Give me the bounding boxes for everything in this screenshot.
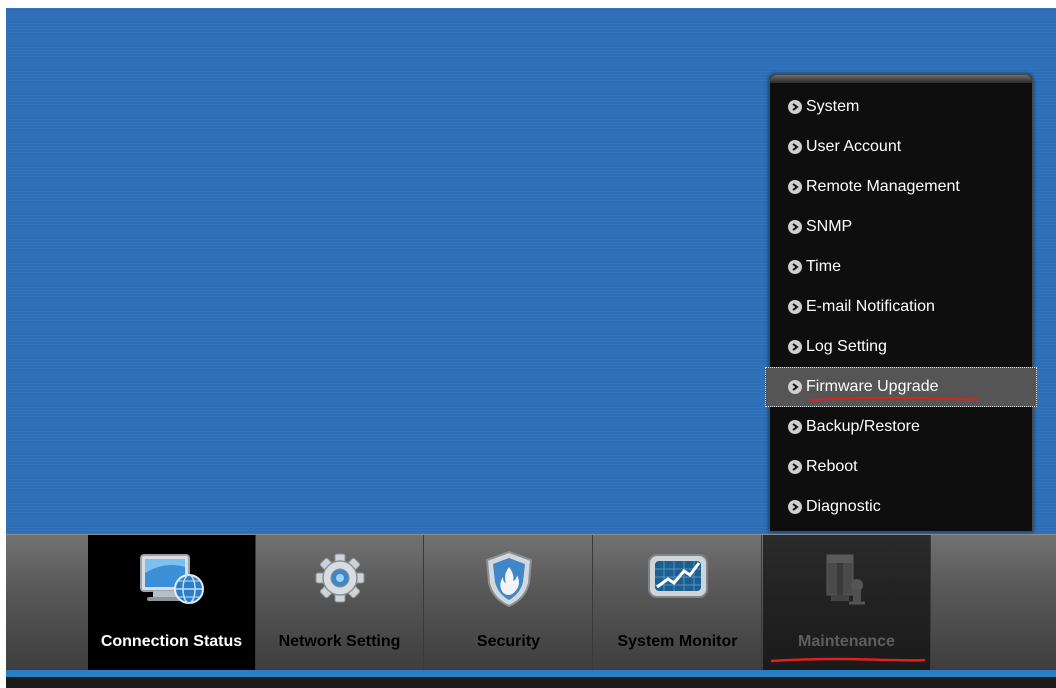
chevron-right-icon (788, 140, 802, 154)
menu-item-label: Log Setting (806, 338, 887, 355)
maintenance-dropdown-menu: System User Account Remote Management SN… (765, 74, 1037, 532)
menu-item-firmware-upgrade[interactable]: Firmware Upgrade (765, 367, 1037, 407)
chevron-right-icon (788, 260, 802, 274)
nav-system-monitor[interactable]: System Monitor (594, 535, 762, 671)
nav-label: System Monitor (617, 633, 738, 650)
nav-label: Maintenance (798, 633, 895, 650)
menu-item-label: User Account (806, 138, 902, 155)
menu-item-diagnostic[interactable]: Diagnostic (770, 487, 1032, 527)
chart-monitor-icon (647, 554, 708, 598)
menu-item-email-notification[interactable]: E-mail Notification (770, 287, 1032, 327)
menu-item-label: E-mail Notification (806, 298, 935, 315)
bottom-navigation-bar: Connection Status Network Setting Securi… (6, 534, 1056, 671)
menu-item-label: Reboot (806, 458, 858, 475)
nav-network-setting[interactable]: Network Setting (256, 535, 424, 671)
menu-item-user-account[interactable]: User Account (770, 127, 1032, 167)
nav-label: Connection Status (100, 633, 243, 650)
menu-header-bar (770, 75, 1032, 83)
chevron-right-icon (788, 380, 802, 394)
chevron-right-icon (788, 220, 802, 234)
menu-item-label: SNMP (806, 218, 853, 235)
nav-connection-status[interactable]: Connection Status (88, 535, 256, 671)
chevron-right-icon (788, 340, 802, 354)
chevron-right-icon (788, 300, 802, 314)
bottom-dark-strip (6, 677, 1056, 688)
monitor-globe-icon (139, 554, 204, 604)
menu-item-label: Time (806, 258, 841, 275)
menu-item-system[interactable]: System (770, 87, 1032, 127)
menu-item-remote-management[interactable]: Remote Management (770, 167, 1032, 207)
menu-item-label: System (806, 98, 860, 115)
menu-item-backup-restore[interactable]: Backup/Restore (770, 407, 1032, 447)
bottom-accent-stripe (6, 670, 1056, 677)
shield-fire-icon (485, 550, 532, 608)
chevron-right-icon (788, 100, 802, 114)
menu-list: System User Account Remote Management SN… (765, 87, 1037, 527)
nav-label: Network Setting (278, 633, 401, 650)
menu-item-label: Backup/Restore (806, 418, 920, 435)
maintenance-tools-icon (826, 554, 865, 605)
gear-icon (315, 553, 364, 603)
nav-maintenance[interactable]: Maintenance (763, 535, 931, 671)
red-annotation-underline (809, 397, 977, 401)
menu-item-label: Remote Management (806, 178, 960, 195)
chevron-right-icon (788, 180, 802, 194)
menu-item-log-setting[interactable]: Log Setting (770, 327, 1032, 367)
chevron-right-icon (788, 420, 802, 434)
nav-label: Security (476, 633, 541, 650)
router-admin-screen: System User Account Remote Management SN… (6, 8, 1056, 688)
menu-item-reboot[interactable]: Reboot (770, 447, 1032, 487)
chevron-right-icon (788, 500, 802, 514)
chevron-right-icon (788, 460, 802, 474)
menu-item-snmp[interactable]: SNMP (770, 207, 1032, 247)
menu-item-time[interactable]: Time (770, 247, 1032, 287)
menu-item-label: Firmware Upgrade (806, 378, 939, 395)
nav-security[interactable]: Security (425, 535, 593, 671)
red-annotation-underline (770, 657, 926, 663)
menu-item-label: Diagnostic (806, 498, 881, 515)
